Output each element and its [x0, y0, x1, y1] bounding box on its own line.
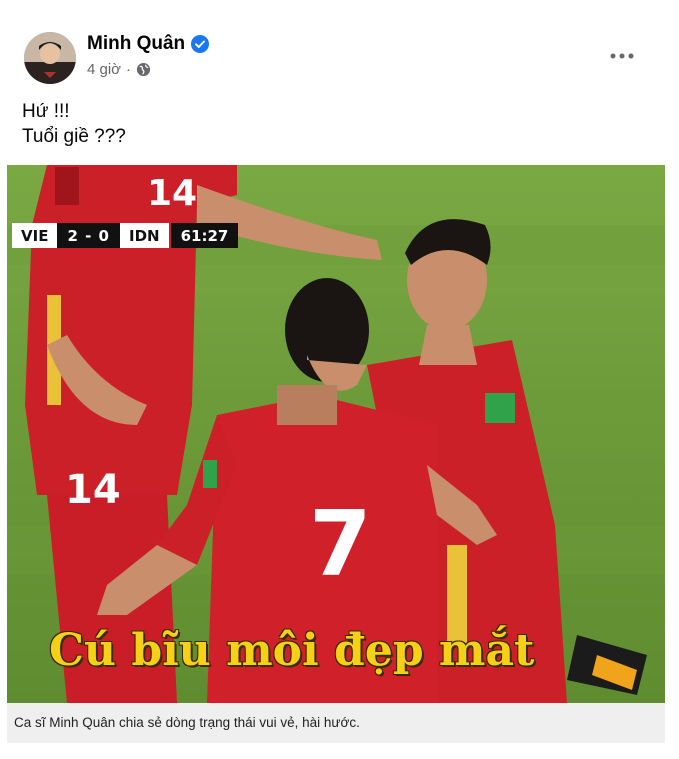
jersey-number-seven: 7: [309, 492, 372, 597]
verified-badge-icon: [191, 35, 210, 53]
more-horizontal-icon: [610, 53, 634, 59]
match-clock: 61:27: [170, 223, 239, 248]
post-text-line: Tuổi giề ???: [22, 126, 126, 147]
post-text: Hứ !!! Tuổi giề ???: [22, 99, 126, 149]
globe-icon[interactable]: [136, 62, 151, 77]
post-meta: 4 giờ ·: [87, 61, 151, 78]
meme-caption: Cú bĩu môi đẹp mắt: [49, 625, 535, 676]
post-image[interactable]: 14 14 7 VIE 2 - 0 IDN 61:27 Cú bĩu môi đ…: [7, 165, 665, 703]
meta-separator: ·: [126, 61, 132, 78]
post-text-line: Hứ !!!: [22, 101, 70, 122]
away-team: IDN: [119, 223, 169, 248]
home-team: VIE: [12, 223, 58, 248]
post-timestamp[interactable]: 4 giờ: [87, 61, 121, 78]
jersey-number-shorts: 14: [65, 467, 121, 513]
image-caption: Ca sĩ Minh Quân chia sẻ dòng trạng thái …: [14, 715, 360, 730]
author-name[interactable]: Minh Quân: [87, 33, 185, 55]
jersey-number-back: 14: [147, 173, 197, 214]
more-options-button[interactable]: [604, 42, 640, 70]
author-avatar[interactable]: [24, 32, 76, 84]
author-row: Minh Quân: [87, 33, 210, 55]
avatar-photo: [24, 32, 76, 84]
match-scoreboard: VIE 2 - 0 IDN 61:27: [12, 223, 239, 248]
facebook-post: Minh Quân 4 giờ · Hứ !!! Tuổi giề ??? 14…: [0, 0, 679, 759]
match-score: 2 - 0: [57, 223, 120, 248]
image-caption-bar: Ca sĩ Minh Quân chia sẻ dòng trạng thái …: [7, 703, 665, 743]
